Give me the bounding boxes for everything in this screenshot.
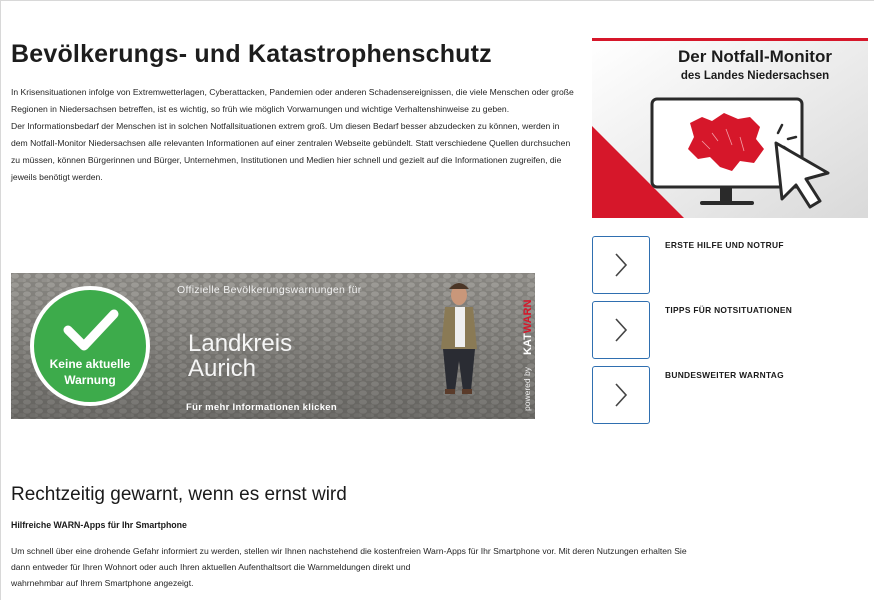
monitor-subtitle: des Landes Niedersachsen xyxy=(680,70,830,82)
katwarn-banner[interactable]: Keine aktuelle Warnung Offizielle Bevölk… xyxy=(11,273,535,419)
erste-hilfe-link-button[interactable] xyxy=(592,236,650,294)
monitor-title: Der Notfall-Monitor xyxy=(678,47,832,66)
more-info-link[interactable]: Für mehr Informationen klicken xyxy=(186,402,337,413)
warning-status-text: Keine aktuelle Warnung xyxy=(49,357,131,387)
erste-hilfe-link[interactable]: ERSTE HILFE UND NOTRUF xyxy=(665,240,784,250)
warntag-link[interactable]: BUNDESWEITER WARNTAG xyxy=(665,370,784,380)
page-title: Bevölkerungs- und Katastrophenschutz xyxy=(11,40,492,68)
warntag-link-button[interactable] xyxy=(592,366,650,424)
intro-paragraph: In Krisensituationen infolge von Extremw… xyxy=(11,87,574,114)
chevron-right-icon xyxy=(615,318,628,342)
official-warnings-label: Offizielle Bevölkerungswarnungen für xyxy=(177,284,362,296)
section-text-line: Um schnell über eine drohende Gefahr inf… xyxy=(11,546,687,556)
section-title: Rechtzeitig gewarnt, wenn es ernst wird xyxy=(11,484,347,505)
chevron-right-icon xyxy=(615,253,628,277)
intro-text: In Krisensituationen infolge von Extremw… xyxy=(11,84,577,186)
section-subheading: Hilfreiche WARN-Apps für Ihr Smartphone xyxy=(11,520,187,530)
warning-status-badge: Keine aktuelle Warnung xyxy=(30,286,150,406)
monitor-illustration xyxy=(592,41,868,218)
intro-paragraph: Der Informationsbedarf der Menschen ist … xyxy=(11,121,571,182)
region-name: Landkreis Aurich xyxy=(188,330,293,382)
tipps-link-button[interactable] xyxy=(592,301,650,359)
section-text: Um schnell über eine drohende Gefahr inf… xyxy=(11,543,866,591)
tipps-link[interactable]: TIPPS FÜR NOTSITUATIONEN xyxy=(665,305,792,315)
svg-text:powered by: powered by xyxy=(522,366,532,411)
section-text-line: wahrnehmbar auf Ihrem Smartphone angezei… xyxy=(11,578,194,588)
svg-text:KATWARN: KATWARN xyxy=(522,300,533,355)
katwarn-logo: powered by KATWARN xyxy=(522,300,533,411)
notfall-monitor-teaser[interactable]: Der Notfall-Monitor des Landes Niedersac… xyxy=(592,38,868,218)
section-text-line: dann entweder für Ihren Wohnort oder auc… xyxy=(11,562,411,572)
chevron-right-icon xyxy=(615,383,628,407)
